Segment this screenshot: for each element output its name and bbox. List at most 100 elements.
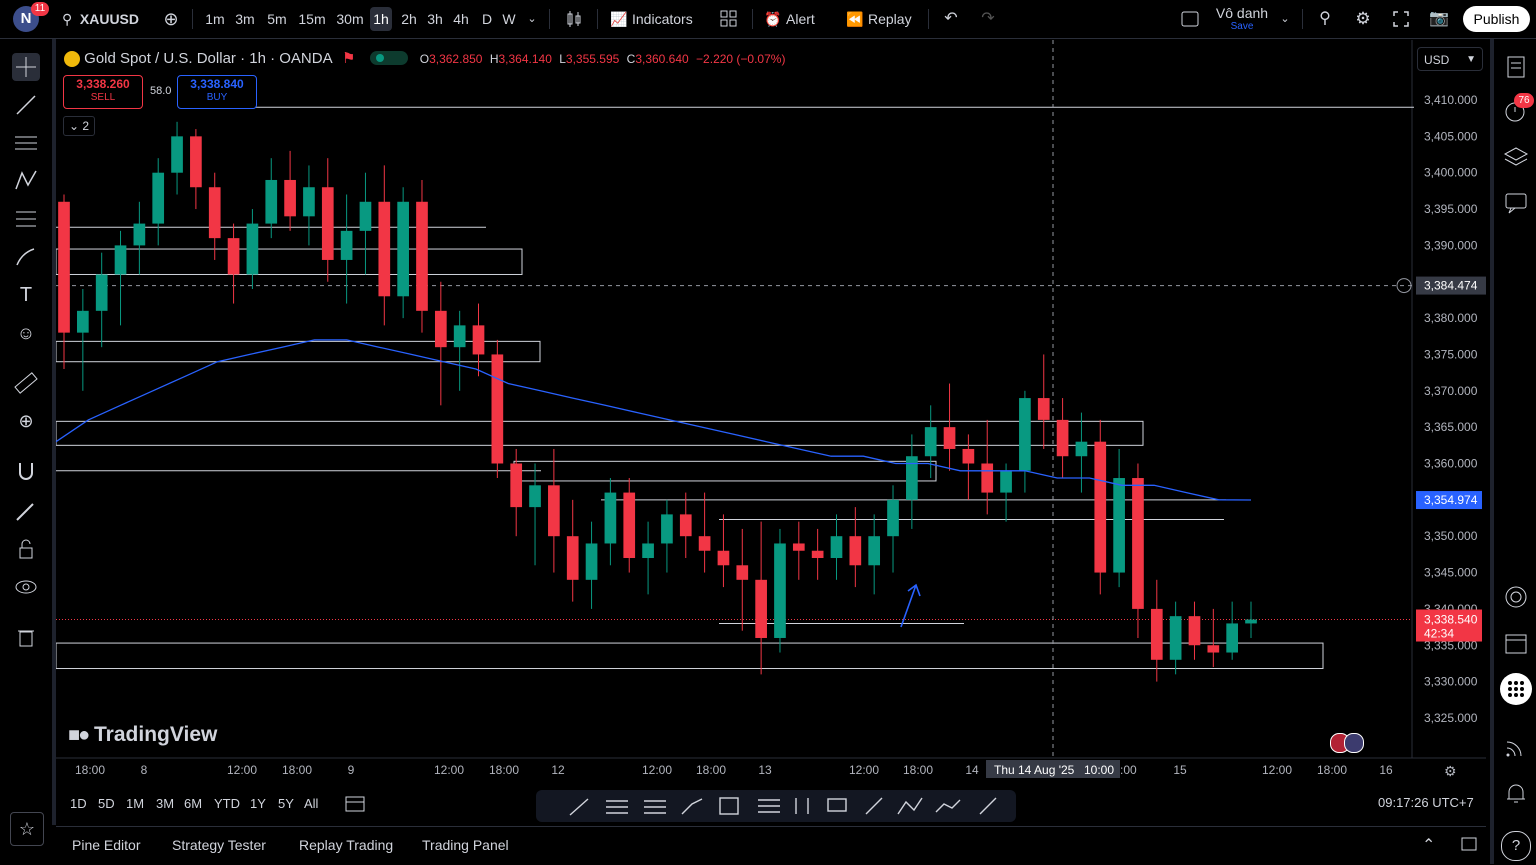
maximize-panel-icon[interactable] xyxy=(1460,836,1478,852)
chevron-down-icon: ⌄ xyxy=(68,119,80,133)
settings-gear-icon[interactable]: ⚙ xyxy=(1352,7,1374,31)
tab-trading-panel[interactable]: Trading Panel xyxy=(422,837,509,853)
pattern-icon[interactable] xyxy=(12,167,40,195)
watermark-text: TradingView xyxy=(94,723,218,746)
layers-icon[interactable] xyxy=(1502,143,1530,171)
candle-body xyxy=(114,245,127,275)
tab-strategy-tester[interactable]: Strategy Tester xyxy=(172,837,266,853)
candle-body xyxy=(133,223,146,246)
divider xyxy=(597,9,598,29)
timeframe-1h[interactable]: 1h xyxy=(370,7,392,31)
candle-body xyxy=(246,223,259,275)
last-price-label: 3,338.540 xyxy=(1424,613,1478,627)
user-initial: N xyxy=(20,10,32,27)
currency-select[interactable]: USD ▼ xyxy=(1417,47,1483,71)
timeframe-3h[interactable]: 3h xyxy=(424,7,446,31)
compare-add-icon[interactable]: ⊕ xyxy=(160,7,182,31)
lock-icon[interactable] xyxy=(12,535,40,563)
range-1y[interactable]: 1Y xyxy=(250,796,266,811)
bell-icon[interactable] xyxy=(1502,779,1530,807)
chart-area[interactable]: 3,410.000 3,405.000 3,400.000 3,395.000 3,39… xyxy=(56,40,1486,785)
chat-icon[interactable] xyxy=(1502,189,1530,217)
tab-pine-editor[interactable]: Pine Editor xyxy=(72,837,140,853)
timeframe-W[interactable]: W xyxy=(500,7,518,31)
candles-icon[interactable] xyxy=(563,7,585,31)
timeframe-15m[interactable]: 15m xyxy=(296,7,328,31)
range-6m[interactable]: 6M xyxy=(184,796,202,811)
emoji-icon[interactable]: ☺ xyxy=(12,319,40,347)
zone-rectangle xyxy=(56,420,1144,446)
watchlist-icon[interactable] xyxy=(1502,53,1530,81)
drawing-favorites-bar xyxy=(536,790,1016,822)
economic-events-icon[interactable] xyxy=(1330,733,1370,753)
apps-grid-icon[interactable] xyxy=(1500,673,1532,705)
candle-body xyxy=(1207,645,1220,653)
chart-canvas[interactable]: 3,410.000 3,405.000 3,400.000 3,395.000 3,39… xyxy=(56,40,1486,785)
zoom-in-icon[interactable]: ⊕ xyxy=(12,407,40,435)
indicator-collapse-button[interactable]: ⌄ 2 xyxy=(63,116,95,136)
candle-body xyxy=(642,543,654,559)
flag-icon: ⚑ xyxy=(341,50,356,67)
go-to-date-icon[interactable] xyxy=(344,794,366,814)
timeframe-30m[interactable]: 30m xyxy=(334,7,366,31)
trash-icon[interactable] xyxy=(12,623,40,651)
horizontal-lines-icon[interactable] xyxy=(12,129,40,157)
right-sidebar: 76 ? xyxy=(1490,39,1536,864)
symbol-search[interactable]: ⚲ XAUUSD xyxy=(62,7,142,31)
brush-icon[interactable] xyxy=(12,243,40,271)
alert-button[interactable]: ⏰ Alert xyxy=(764,7,830,31)
chevron-down-icon[interactable]: ⌄ xyxy=(525,7,539,31)
ideas-target-icon[interactable] xyxy=(1502,583,1530,611)
camera-icon[interactable]: 📷 xyxy=(1428,7,1450,31)
text-icon[interactable]: T xyxy=(12,281,40,309)
range-all[interactable]: All xyxy=(304,796,318,811)
timeframe-4h[interactable]: 4h xyxy=(450,7,472,31)
tab-replay-trading[interactable]: Replay Trading xyxy=(299,837,393,853)
sell-button[interactable]: 3,338.260 SELL xyxy=(63,75,143,109)
layout-square-icon[interactable] xyxy=(1179,7,1201,31)
timeframe-5m[interactable]: 5m xyxy=(264,7,290,31)
signal-icon[interactable] xyxy=(1502,733,1530,761)
clock-label[interactable]: 09:17:26 UTC+7 xyxy=(1378,795,1474,810)
publish-button[interactable]: Publish xyxy=(1463,6,1530,32)
timeframe-D[interactable]: D xyxy=(478,7,496,31)
trend-line-icon[interactable] xyxy=(12,91,40,119)
chevron-up-icon[interactable]: ⌃ xyxy=(1422,835,1435,855)
range-1d[interactable]: 1D xyxy=(70,796,87,811)
timeframe-3m[interactable]: 3m xyxy=(232,7,258,31)
favorites-star-icon[interactable]: ☆ xyxy=(10,812,44,846)
range-3m[interactable]: 3M xyxy=(156,796,174,811)
fullscreen-icon[interactable] xyxy=(1390,7,1412,31)
pencil-lock-icon[interactable] xyxy=(12,497,40,525)
candle-body xyxy=(906,456,918,500)
chevron-down-icon[interactable]: ⌄ xyxy=(1278,7,1292,31)
buy-button[interactable]: 3,338.840 BUY xyxy=(177,75,257,109)
calendar-icon[interactable] xyxy=(1502,629,1530,657)
tv-logo-icon: ■● xyxy=(68,724,90,746)
crosshair-icon[interactable] xyxy=(12,53,40,81)
fib-icon[interactable] xyxy=(12,205,40,233)
range-5y[interactable]: 5Y xyxy=(278,796,294,811)
candle-body xyxy=(1169,616,1182,660)
quick-search-icon[interactable]: ⚲ xyxy=(1314,7,1336,31)
templates-grid-icon[interactable] xyxy=(718,7,740,31)
ruler-icon[interactable] xyxy=(12,369,40,397)
price-tick: 3,365.000 xyxy=(1424,420,1478,434)
range-ytd[interactable]: YTD xyxy=(214,796,240,811)
range-1m[interactable]: 1M xyxy=(126,796,144,811)
range-5d[interactable]: 5D xyxy=(98,796,115,811)
undo-icon[interactable]: ↶ xyxy=(941,7,961,31)
replay-button[interactable]: ⏪ Replay xyxy=(846,7,918,31)
redo-icon[interactable]: ↷ xyxy=(978,7,998,31)
magnet-icon[interactable] xyxy=(12,457,40,485)
help-icon[interactable]: ? xyxy=(1501,831,1531,861)
close-label: C xyxy=(626,52,636,66)
layout-name: Vô danh xyxy=(1215,5,1269,21)
timeframe-2h[interactable]: 2h xyxy=(398,7,420,31)
low-value: 3,355.595 xyxy=(565,52,620,66)
indicators-label: Indicators xyxy=(632,11,693,27)
indicators-button[interactable]: 📈 Indicators xyxy=(610,7,702,31)
timeframe-1m[interactable]: 1m xyxy=(202,7,228,31)
eye-icon[interactable] xyxy=(12,573,40,601)
layout-name-button[interactable]: Vô danh Save xyxy=(1214,4,1270,34)
